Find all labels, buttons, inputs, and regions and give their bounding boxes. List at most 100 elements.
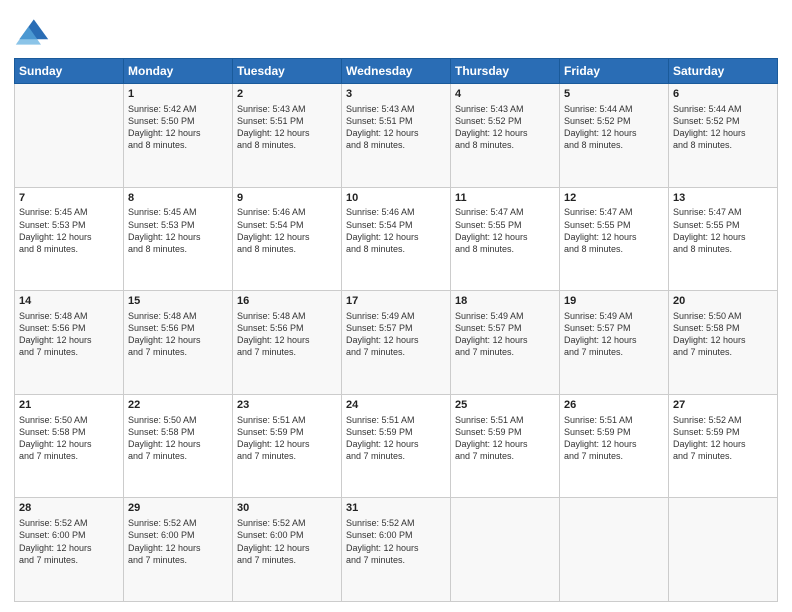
day-info: Daylight: 12 hours	[346, 542, 446, 554]
day-info: Sunset: 5:56 PM	[128, 322, 228, 334]
day-info: Sunset: 5:57 PM	[455, 322, 555, 334]
day-info: Sunrise: 5:51 AM	[455, 414, 555, 426]
day-info: Daylight: 12 hours	[455, 438, 555, 450]
week-row-1: 1Sunrise: 5:42 AMSunset: 5:50 PMDaylight…	[15, 84, 778, 188]
day-info: Sunset: 5:57 PM	[564, 322, 664, 334]
day-number: 27	[673, 398, 773, 413]
day-info: and 7 minutes.	[128, 450, 228, 462]
day-number: 26	[564, 398, 664, 413]
day-number: 24	[346, 398, 446, 413]
day-info: Daylight: 12 hours	[346, 127, 446, 139]
day-info: and 7 minutes.	[673, 346, 773, 358]
day-number: 28	[19, 501, 119, 516]
day-info: Sunrise: 5:52 AM	[237, 517, 337, 529]
day-info: and 8 minutes.	[128, 139, 228, 151]
day-info: and 8 minutes.	[128, 243, 228, 255]
day-info: Sunrise: 5:48 AM	[19, 310, 119, 322]
day-cell: 13Sunrise: 5:47 AMSunset: 5:55 PMDayligh…	[669, 187, 778, 291]
header-cell-friday: Friday	[560, 59, 669, 84]
day-info: Daylight: 12 hours	[128, 231, 228, 243]
day-info: and 8 minutes.	[346, 139, 446, 151]
day-cell	[669, 498, 778, 602]
day-number: 11	[455, 191, 555, 206]
day-cell: 8Sunrise: 5:45 AMSunset: 5:53 PMDaylight…	[124, 187, 233, 291]
day-number: 19	[564, 294, 664, 309]
day-info: Sunset: 5:58 PM	[128, 426, 228, 438]
day-info: Sunset: 5:53 PM	[19, 219, 119, 231]
day-info: and 7 minutes.	[564, 346, 664, 358]
day-number: 5	[564, 87, 664, 102]
day-number: 12	[564, 191, 664, 206]
day-info: Sunset: 5:56 PM	[237, 322, 337, 334]
day-info: Sunrise: 5:46 AM	[346, 206, 446, 218]
day-info: and 7 minutes.	[19, 346, 119, 358]
day-info: and 7 minutes.	[455, 346, 555, 358]
day-cell: 1Sunrise: 5:42 AMSunset: 5:50 PMDaylight…	[124, 84, 233, 188]
day-info: Daylight: 12 hours	[564, 231, 664, 243]
day-info: Daylight: 12 hours	[237, 542, 337, 554]
day-info: and 8 minutes.	[19, 243, 119, 255]
day-info: Sunset: 5:55 PM	[673, 219, 773, 231]
day-info: and 7 minutes.	[19, 554, 119, 566]
day-info: and 8 minutes.	[237, 243, 337, 255]
day-info: and 7 minutes.	[564, 450, 664, 462]
day-info: Daylight: 12 hours	[564, 127, 664, 139]
header-cell-tuesday: Tuesday	[233, 59, 342, 84]
day-info: Sunset: 5:59 PM	[237, 426, 337, 438]
week-row-2: 7Sunrise: 5:45 AMSunset: 5:53 PM Daylight…	[15, 187, 778, 291]
day-info: and 7 minutes.	[673, 450, 773, 462]
day-info: Sunset: 6:00 PM	[237, 529, 337, 541]
page: SundayMondayTuesdayWednesdayThursdayFrid…	[0, 0, 792, 612]
day-info: Sunrise: 5:50 AM	[673, 310, 773, 322]
day-info: Sunrise: 5:47 AM	[673, 206, 773, 218]
day-info: and 7 minutes.	[19, 450, 119, 462]
day-cell	[451, 498, 560, 602]
day-number: 18	[455, 294, 555, 309]
day-cell: 3Sunrise: 5:43 AMSunset: 5:51 PMDaylight…	[342, 84, 451, 188]
day-cell: 18Sunrise: 5:49 AMSunset: 5:57 PMDayligh…	[451, 291, 560, 395]
day-info: Sunrise: 5:42 AM	[128, 103, 228, 115]
day-info: Sunset: 5:59 PM	[564, 426, 664, 438]
day-info: and 8 minutes.	[455, 139, 555, 151]
header	[14, 10, 778, 50]
header-cell-thursday: Thursday	[451, 59, 560, 84]
day-info: Sunrise: 5:47 AM	[564, 206, 664, 218]
day-info: Daylight: 12 hours	[346, 334, 446, 346]
day-info: and 8 minutes.	[346, 243, 446, 255]
day-info: Sunrise: 5:52 AM	[346, 517, 446, 529]
day-info: Daylight: 12 hours	[673, 334, 773, 346]
day-info: Sunrise: 5:49 AM	[455, 310, 555, 322]
day-info: Sunset: 5:56 PM	[19, 322, 119, 334]
header-cell-monday: Monday	[124, 59, 233, 84]
day-info: and 8 minutes.	[673, 243, 773, 255]
day-info: Sunrise: 5:51 AM	[564, 414, 664, 426]
day-info: Sunrise: 5:52 AM	[673, 414, 773, 426]
day-info: Sunset: 5:51 PM	[237, 115, 337, 127]
day-info: Sunrise: 5:52 AM	[128, 517, 228, 529]
day-cell: 25Sunrise: 5:51 AMSunset: 5:59 PMDayligh…	[451, 394, 560, 498]
day-number: 7	[19, 191, 119, 206]
day-info: Sunset: 5:57 PM	[346, 322, 446, 334]
day-info: Sunset: 5:52 PM	[673, 115, 773, 127]
day-cell: 10Sunrise: 5:46 AMSunset: 5:54 PMDayligh…	[342, 187, 451, 291]
day-cell: 16Sunrise: 5:48 AMSunset: 5:56 PMDayligh…	[233, 291, 342, 395]
day-info: Daylight: 12 hours	[19, 542, 119, 554]
day-info: Daylight: 12 hours	[128, 127, 228, 139]
day-info: Daylight: 12 hours	[673, 438, 773, 450]
day-number: 16	[237, 294, 337, 309]
day-info: Sunset: 5:55 PM	[455, 219, 555, 231]
day-info: Sunrise: 5:43 AM	[346, 103, 446, 115]
day-info: Sunset: 6:00 PM	[128, 529, 228, 541]
day-cell: 2Sunrise: 5:43 AMSunset: 5:51 PMDaylight…	[233, 84, 342, 188]
day-info: Daylight: 12 hours	[455, 231, 555, 243]
day-info: Daylight: 12 hours	[128, 334, 228, 346]
day-info: Sunrise: 5:45 AM	[19, 206, 119, 218]
day-info: Sunrise: 5:46 AM	[237, 206, 337, 218]
day-number: 23	[237, 398, 337, 413]
day-info: Sunset: 5:58 PM	[19, 426, 119, 438]
day-info: Daylight: 12 hours	[237, 438, 337, 450]
day-number: 8	[128, 191, 228, 206]
day-cell	[560, 498, 669, 602]
header-cell-sunday: Sunday	[15, 59, 124, 84]
day-number: 29	[128, 501, 228, 516]
